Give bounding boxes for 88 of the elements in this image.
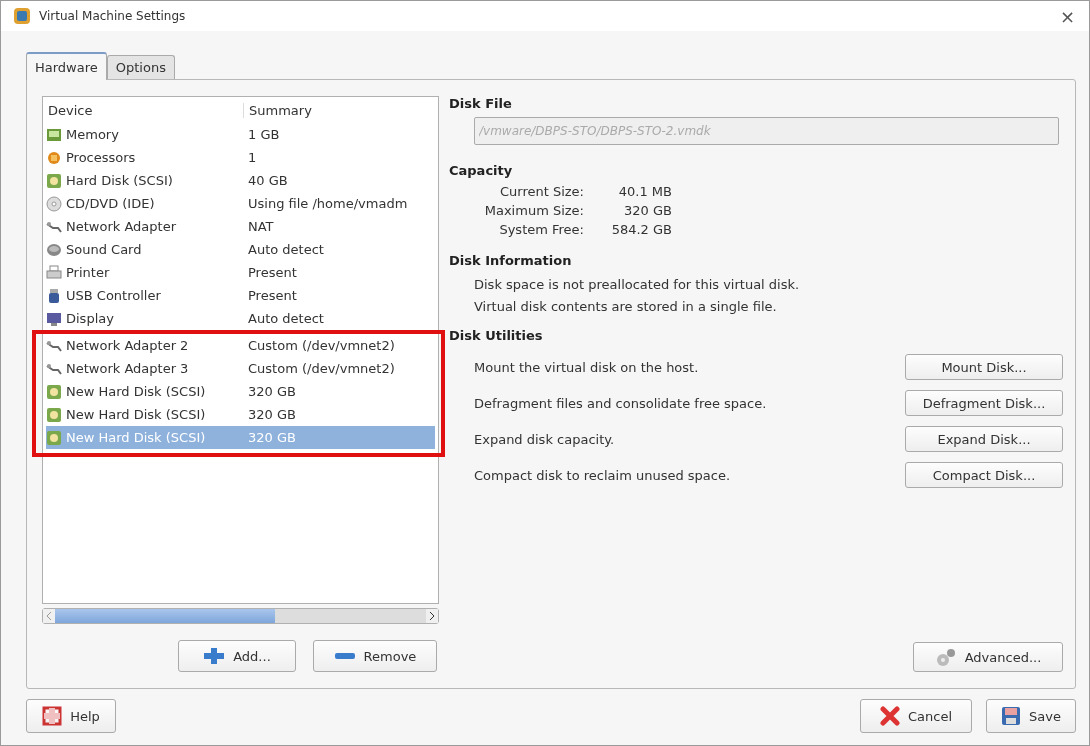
section-heading: Capacity [449, 163, 514, 178]
device-name: Hard Disk (SCSI) [66, 173, 173, 188]
device-row[interactable]: New Hard Disk (SCSI) 320 GB [46, 403, 435, 426]
device-row[interactable]: Network Adapter 2 Custom (/dev/vmnet2) [46, 334, 435, 357]
utility-description: Defragment files and consolidate free space. [474, 395, 767, 411]
tab[interactable]: Options [106, 55, 175, 79]
device-name: Processors [66, 150, 136, 165]
capacity-label: System Free: [498, 222, 584, 237]
device-name: Memory [66, 127, 119, 142]
column-header[interactable]: Device [46, 103, 243, 118]
device-row[interactable]: Processors 1 [46, 146, 435, 169]
utility-description: Expand disk capacity. [474, 431, 615, 447]
device-summary: 1 GB [247, 127, 281, 142]
utility-button[interactable]: Expand Disk... [905, 426, 1063, 452]
device-summary: 1 [247, 150, 258, 165]
horizontal-scrollbar[interactable] [42, 608, 439, 624]
utility-button[interactable]: Compact Disk... [905, 462, 1063, 488]
disc-icon [46, 195, 62, 212]
info-text: Virtual disk contents are stored in a single file. [474, 298, 778, 316]
advanced-button[interactable]: Advanced... [913, 642, 1063, 672]
device-row[interactable]: CD/DVD (IDE) Using file /home/vmadm [46, 192, 435, 215]
capacity-label: Current Size: [498, 184, 584, 199]
close-icon [879, 706, 900, 726]
section-heading: Disk Utilities [449, 328, 544, 343]
cancel-button[interactable]: Cancel [860, 699, 972, 733]
minus-icon [333, 652, 356, 660]
device-summary: 40 GB [247, 173, 289, 188]
device-name: CD/DVD (IDE) [66, 196, 155, 211]
close-button[interactable]: × [1053, 5, 1081, 27]
device-summary: 320 GB [247, 407, 297, 422]
monitor-icon [46, 310, 62, 327]
device-summary: Auto detect [247, 311, 325, 326]
device-row[interactable]: USB Controller Present [46, 284, 435, 307]
device-row[interactable]: Network Adapter 3 Custom (/dev/vmnet2) [46, 357, 435, 380]
capacity-value: 584.2 GB [610, 222, 672, 237]
usb-icon [46, 287, 62, 304]
utility-button[interactable]: Mount Disk... [905, 354, 1063, 380]
device-name: Network Adapter [66, 219, 176, 234]
utility-button[interactable]: Defragment Disk... [905, 390, 1063, 416]
help-button[interactable]: Help [26, 699, 116, 733]
device-row[interactable]: Sound Card Auto detect [46, 238, 435, 261]
section-heading: Disk File [449, 96, 513, 111]
device-row[interactable]: Network Adapter NAT [46, 215, 435, 238]
device-summary: Using file /home/vmadm [247, 196, 409, 211]
lifebuoy-icon [42, 706, 63, 726]
window-title: Virtual Machine Settings [39, 9, 187, 23]
device-row[interactable]: Display Auto detect [46, 307, 435, 330]
plus-icon [203, 647, 226, 665]
info-text: Disk space is not preallocated for this virtual disk. [474, 276, 801, 294]
device-row[interactable]: Hard Disk (SCSI) 40 GB [46, 169, 435, 192]
section-heading: Disk Information [449, 253, 573, 268]
device-name: USB Controller [66, 288, 161, 303]
device-summary: Auto detect [247, 242, 325, 257]
capacity-label: Maximum Size: [483, 203, 584, 218]
utility-description: Compact disk to reclaim unused space. [474, 467, 731, 483]
device-summary: Present [247, 288, 298, 303]
processor-icon [46, 149, 62, 166]
column-header[interactable]: Summary [243, 103, 435, 118]
capacity-value: 40.1 MB [617, 184, 672, 199]
device-row[interactable]: New Hard Disk (SCSI) 320 GB [46, 380, 435, 403]
device-summary: Custom (/dev/vmnet2) [247, 361, 396, 376]
scrollbar-thumb[interactable] [55, 609, 275, 623]
device-row[interactable]: Printer Present [46, 261, 435, 284]
gears-icon [934, 647, 957, 667]
add-button[interactable]: Add... [178, 640, 296, 672]
printer-icon [46, 264, 62, 281]
capacity-value: 320 GB [623, 203, 672, 218]
speaker-icon [46, 241, 62, 258]
save-button[interactable]: Save [986, 699, 1076, 733]
device-name: New Hard Disk (SCSI) [66, 407, 206, 422]
app-icon [13, 7, 31, 25]
device-name: Sound Card [66, 242, 142, 257]
remove-button[interactable]: Remove [313, 640, 437, 672]
device-summary: Present [247, 265, 298, 280]
device-name: Network Adapter 2 [66, 338, 189, 353]
device-summary: 320 GB [247, 384, 297, 399]
device-summary: Custom (/dev/vmnet2) [247, 338, 396, 353]
device-name: Network Adapter 3 [66, 361, 189, 376]
memory-icon [46, 126, 62, 143]
device-summary: 320 GB [247, 430, 297, 445]
device-name: Display [66, 311, 114, 326]
device-name: New Hard Disk (SCSI) [66, 384, 206, 399]
device-row[interactable]: Memory 1 GB [46, 123, 435, 146]
device-summary: NAT [247, 219, 275, 234]
tab[interactable]: Hardware [26, 52, 107, 80]
utility-description: Mount the virtual disk on the host. [474, 359, 699, 375]
device-name: New Hard Disk (SCSI) [66, 430, 206, 445]
device-name: Printer [66, 265, 110, 280]
